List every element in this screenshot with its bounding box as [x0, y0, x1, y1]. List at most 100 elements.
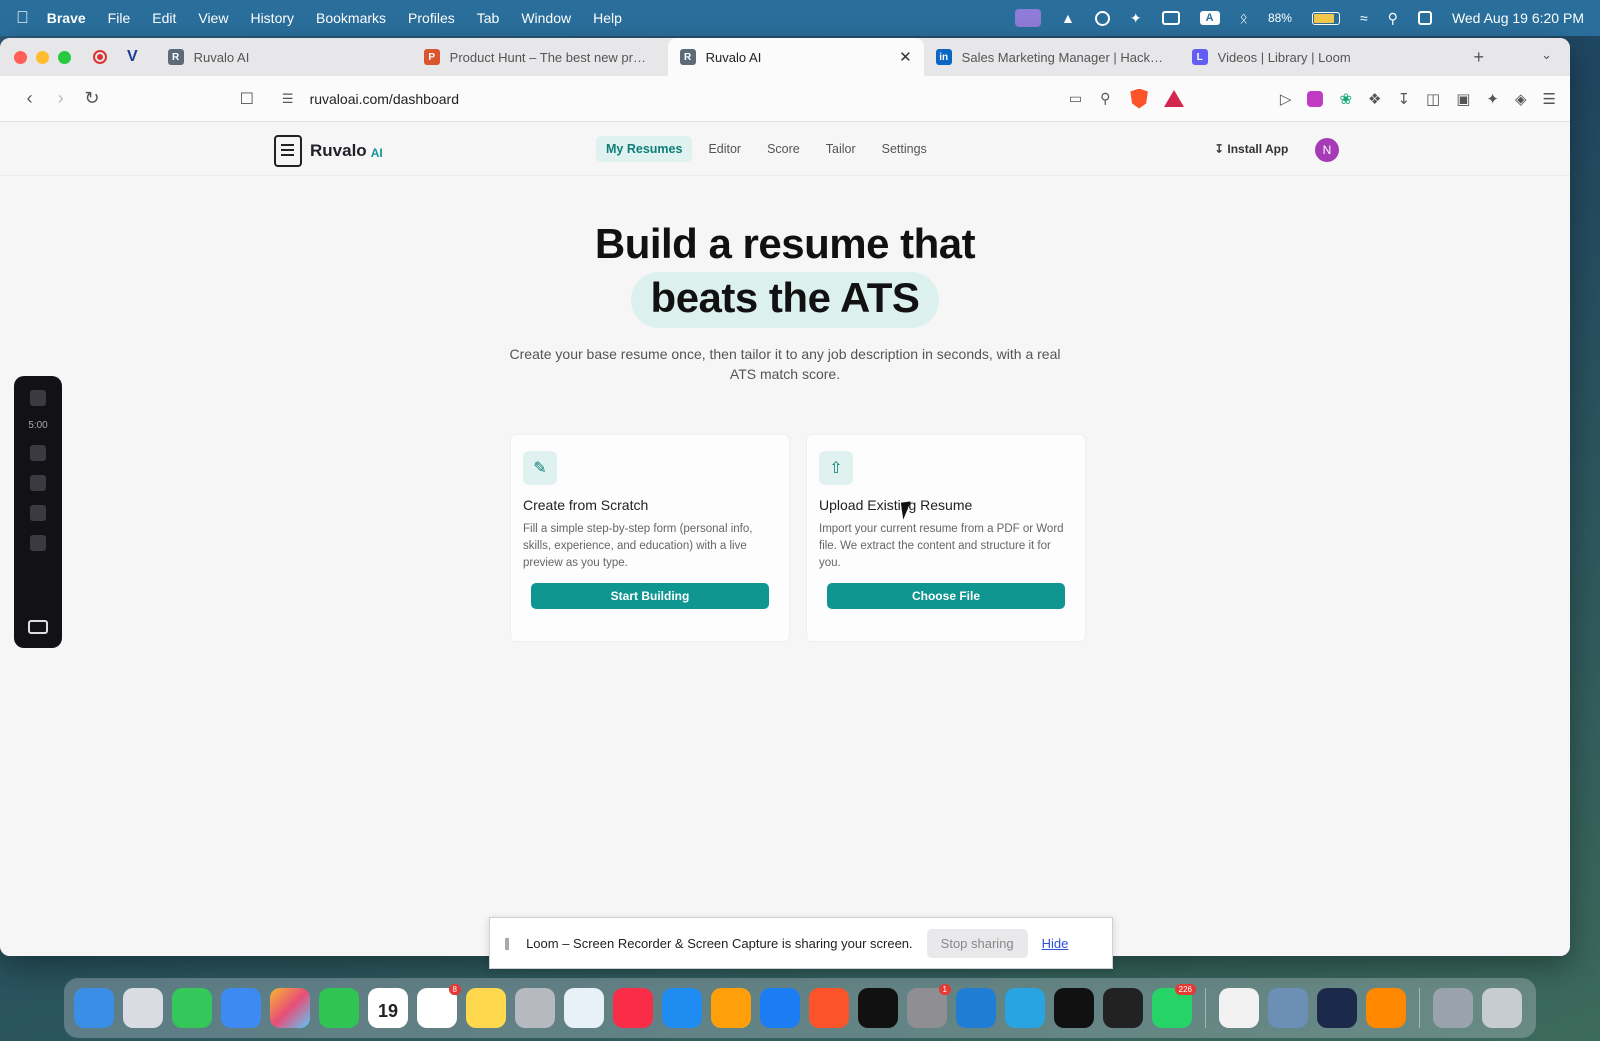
drag-handle-icon[interactable]: ❚	[502, 936, 512, 950]
mail-icon[interactable]	[221, 988, 261, 1028]
chevron-down-icon[interactable]: ⌄	[1541, 47, 1552, 63]
menu-icon[interactable]: ☰	[1543, 90, 1556, 108]
obs-icon[interactable]	[1103, 988, 1143, 1028]
menu-bookmarks[interactable]: Bookmarks	[316, 10, 386, 26]
url-text[interactable]: ruvaloai.com/dashboard	[310, 91, 459, 107]
menu-tab[interactable]: Tab	[477, 10, 500, 26]
brave-browser-icon[interactable]	[809, 988, 849, 1028]
close-window-button[interactable]	[14, 50, 27, 64]
stop-recording-icon[interactable]	[30, 390, 46, 406]
keynote-icon[interactable]	[662, 988, 702, 1028]
vscode-icon[interactable]	[956, 988, 996, 1028]
avatar[interactable]: N	[1315, 138, 1339, 162]
a-icon[interactable]: A	[1199, 11, 1220, 25]
whatsapp-icon[interactable]: 226	[1152, 984, 1196, 1028]
music-icon[interactable]	[613, 988, 653, 1028]
choose-file-button[interactable]: Choose File	[827, 583, 1065, 609]
battery-icon[interactable]	[1311, 11, 1340, 25]
loom-extension-icon[interactable]: ▷	[1280, 90, 1292, 108]
search-icon[interactable]: ⚲	[1388, 10, 1398, 27]
telegram-icon[interactable]	[1005, 988, 1045, 1028]
download-icon[interactable]: ↧	[1397, 90, 1410, 108]
delete-icon[interactable]	[30, 505, 46, 521]
menu-edit[interactable]: Edit	[152, 10, 176, 26]
vector-app-icon[interactable]	[1317, 988, 1357, 1028]
start-building-button[interactable]: Start Building	[531, 583, 769, 609]
cast-icon[interactable]	[1161, 11, 1180, 25]
bird-icon[interactable]: ✦	[1130, 10, 1142, 27]
notes-icon[interactable]	[466, 988, 506, 1028]
cloud-icon[interactable]	[1094, 10, 1110, 26]
app-logo[interactable]: Ruvalo AI	[274, 135, 383, 167]
tab-ruvalo-1[interactable]: R Ruvalo AI	[156, 38, 412, 76]
app-icon[interactable]	[858, 988, 898, 1028]
brave-rewards-icon[interactable]	[1163, 90, 1184, 107]
nav-editor[interactable]: Editor	[698, 136, 751, 162]
vlc-icon[interactable]: ▲	[1061, 10, 1075, 26]
sidebar-icon[interactable]: ◫	[1426, 90, 1440, 108]
minimize-window-button[interactable]	[36, 50, 49, 64]
extension-icon[interactable]	[1307, 90, 1324, 107]
control-center-icon[interactable]	[1417, 11, 1432, 25]
zoom-icon[interactable]: ⚲	[1100, 90, 1110, 107]
menu-profiles[interactable]: Profiles	[408, 10, 455, 26]
freeform-icon[interactable]	[564, 988, 604, 1028]
apple-menu-icon[interactable]: 	[16, 8, 29, 28]
brave-shields-icon[interactable]	[1130, 88, 1148, 109]
menu-view[interactable]: View	[198, 10, 228, 26]
cast-tab-icon[interactable]: ▭	[1069, 90, 1082, 107]
contacts-icon[interactable]	[515, 988, 555, 1028]
tab-linkedin[interactable]: in Sales Marketing Manager | Hack…	[924, 38, 1180, 76]
spotify-icon[interactable]	[1054, 988, 1094, 1028]
menu-app-brave[interactable]: Brave	[47, 10, 86, 26]
wifi-icon[interactable]: ≈	[1360, 10, 1368, 26]
reload-icon[interactable]: ↻	[76, 88, 107, 109]
new-tab-icon[interactable]: +	[1473, 47, 1484, 68]
nav-score[interactable]: Score	[757, 136, 810, 162]
menu-file[interactable]: File	[108, 10, 131, 26]
restart-icon[interactable]	[30, 475, 46, 491]
vpn-icon[interactable]: V	[127, 48, 138, 66]
menu-window[interactable]: Window	[521, 10, 571, 26]
menu-clock[interactable]: Wed Aug 19 6:20 PM	[1452, 10, 1584, 26]
install-app-button[interactable]: ↧ Install App	[1214, 142, 1288, 156]
nav-settings[interactable]: Settings	[872, 136, 937, 162]
pause-icon[interactable]	[30, 445, 46, 461]
calendar-icon[interactable]: 19	[368, 988, 408, 1028]
nav-my-resumes[interactable]: My Resumes	[596, 136, 693, 162]
document-icon[interactable]	[1219, 988, 1259, 1028]
menu-history[interactable]: History	[250, 10, 294, 26]
messages-icon[interactable]	[172, 988, 212, 1028]
puzzle-icon[interactable]: ❖	[1368, 90, 1381, 108]
trash-icon[interactable]	[1482, 988, 1522, 1028]
stop-sharing-button[interactable]: Stop sharing	[926, 928, 1028, 958]
vlc-icon[interactable]	[1366, 988, 1406, 1028]
chatgpt-extension-icon[interactable]: ❀	[1339, 90, 1352, 108]
zoom-window-button[interactable]	[58, 50, 71, 64]
address-bar[interactable]: ☰ ruvaloai.com/dashboard ▭ ⚲	[272, 83, 1120, 115]
bookmark-icon[interactable]: ☐	[240, 89, 254, 109]
system-settings-icon[interactable]: 1	[907, 984, 951, 1028]
wallet-icon[interactable]: ▣	[1456, 90, 1470, 108]
launchpad-icon[interactable]	[123, 988, 163, 1028]
hide-link[interactable]: Hide	[1042, 936, 1069, 951]
screen-recorder-icon[interactable]	[1268, 988, 1308, 1028]
keyboard-icon[interactable]	[1014, 9, 1041, 27]
app-store-icon[interactable]	[760, 988, 800, 1028]
vpn-shield-icon[interactable]: ◈	[1515, 90, 1527, 108]
loom-recording-icon[interactable]	[93, 50, 107, 64]
tab-ruvalo-active[interactable]: R Ruvalo AI ✕	[667, 38, 924, 76]
bluetooth-icon[interactable]: ᛟ	[1240, 10, 1248, 26]
tab-loom[interactable]: L Videos | Library | Loom	[1180, 38, 1410, 76]
back-icon[interactable]: ‹	[14, 88, 45, 109]
photos-icon[interactable]	[270, 988, 310, 1028]
reminders-icon[interactable]: 8	[417, 984, 461, 1028]
leo-ai-icon[interactable]: ✦	[1486, 90, 1499, 108]
mute-icon[interactable]	[30, 535, 46, 551]
nav-tailor[interactable]: Tailor	[816, 136, 866, 162]
finder-icon[interactable]	[74, 988, 114, 1028]
tab-product-hunt[interactable]: P Product Hunt – The best new pr…	[412, 38, 668, 76]
pages-icon[interactable]	[711, 988, 751, 1028]
facetime-icon[interactable]	[319, 988, 359, 1028]
camera-icon[interactable]	[28, 620, 48, 634]
